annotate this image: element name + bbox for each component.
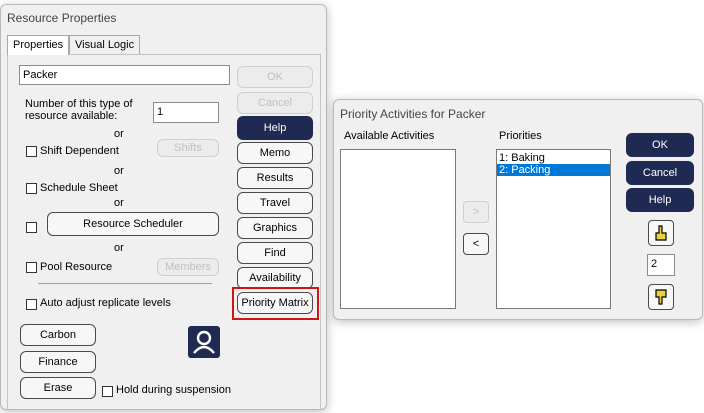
dialog-title: Priority Activities for Packer — [340, 107, 486, 121]
finance-button[interactable]: Finance — [20, 351, 96, 373]
available-activities-list[interactable] — [340, 149, 456, 309]
priority-activities-dialog: Priority Activities for Packer Available… — [333, 99, 703, 320]
hold-suspension-checkbox[interactable] — [102, 386, 113, 397]
priority-position-input[interactable]: 2 — [647, 254, 675, 276]
move-down-icon[interactable] — [648, 284, 674, 310]
move-up-icon[interactable] — [648, 220, 674, 246]
graphics-button[interactable]: Graphics — [237, 217, 313, 239]
shift-dependent-label: Shift Dependent — [40, 145, 119, 157]
help-button[interactable]: Help — [626, 188, 694, 212]
carbon-button[interactable]: Carbon — [20, 324, 96, 346]
shifts-button[interactable]: Shifts — [157, 139, 219, 157]
divider — [38, 283, 212, 284]
user-icon[interactable] — [188, 326, 220, 358]
or-label: or — [114, 197, 124, 209]
or-label: or — [114, 165, 124, 177]
auto-adjust-checkbox[interactable] — [26, 299, 37, 310]
add-activity-button[interactable]: > — [463, 201, 489, 223]
resource-scheduler-button[interactable]: Resource Scheduler — [47, 212, 219, 236]
list-item[interactable]: 1: Baking — [497, 152, 610, 164]
tab-visual-logic[interactable]: Visual Logic — [69, 35, 141, 54]
results-button[interactable]: Results — [237, 167, 313, 189]
remove-activity-button[interactable]: < — [463, 233, 489, 255]
resource-scheduler-checkbox[interactable] — [26, 222, 37, 233]
pool-resource-checkbox[interactable] — [26, 262, 37, 273]
cancel-button[interactable]: Cancel — [626, 161, 694, 185]
priorities-label: Priorities — [499, 130, 542, 142]
resource-name-input[interactable]: Packer — [19, 65, 230, 85]
find-button[interactable]: Find — [237, 242, 313, 264]
availability-button[interactable]: Availability — [237, 267, 313, 289]
erase-button[interactable]: Erase — [20, 377, 96, 399]
auto-adjust-label: Auto adjust replicate levels — [40, 297, 171, 309]
help-button[interactable]: Help — [237, 116, 313, 140]
available-activities-label: Available Activities — [344, 130, 435, 142]
resource-count-input[interactable]: 1 — [153, 102, 219, 123]
ok-button[interactable]: OK — [237, 66, 313, 88]
priorities-list[interactable]: 1: Baking 2: Packing — [496, 149, 611, 309]
members-button[interactable]: Members — [157, 258, 219, 276]
count-label-line1: Number of this type of — [25, 98, 133, 110]
list-item[interactable]: 2: Packing — [497, 164, 610, 176]
schedule-sheet-checkbox[interactable] — [26, 183, 37, 194]
or-label: or — [114, 242, 124, 254]
hold-suspension-label: Hold during suspension — [116, 384, 231, 396]
cancel-button[interactable]: Cancel — [237, 92, 313, 114]
resource-properties-dialog: Resource Properties Properties Visual Lo… — [0, 4, 327, 410]
travel-button[interactable]: Travel — [237, 192, 313, 214]
count-label-line2: resource available: — [25, 110, 118, 122]
memo-button[interactable]: Memo — [237, 142, 313, 164]
priority-matrix-highlight — [232, 287, 319, 320]
pool-resource-label: Pool Resource — [40, 261, 113, 273]
shift-dependent-checkbox[interactable] — [26, 146, 37, 157]
or-label: or — [114, 128, 124, 140]
dialog-title: Resource Properties — [7, 11, 117, 25]
ok-button[interactable]: OK — [626, 133, 694, 157]
tab-properties[interactable]: Properties — [7, 35, 70, 55]
schedule-sheet-label: Schedule Sheet — [40, 182, 118, 194]
